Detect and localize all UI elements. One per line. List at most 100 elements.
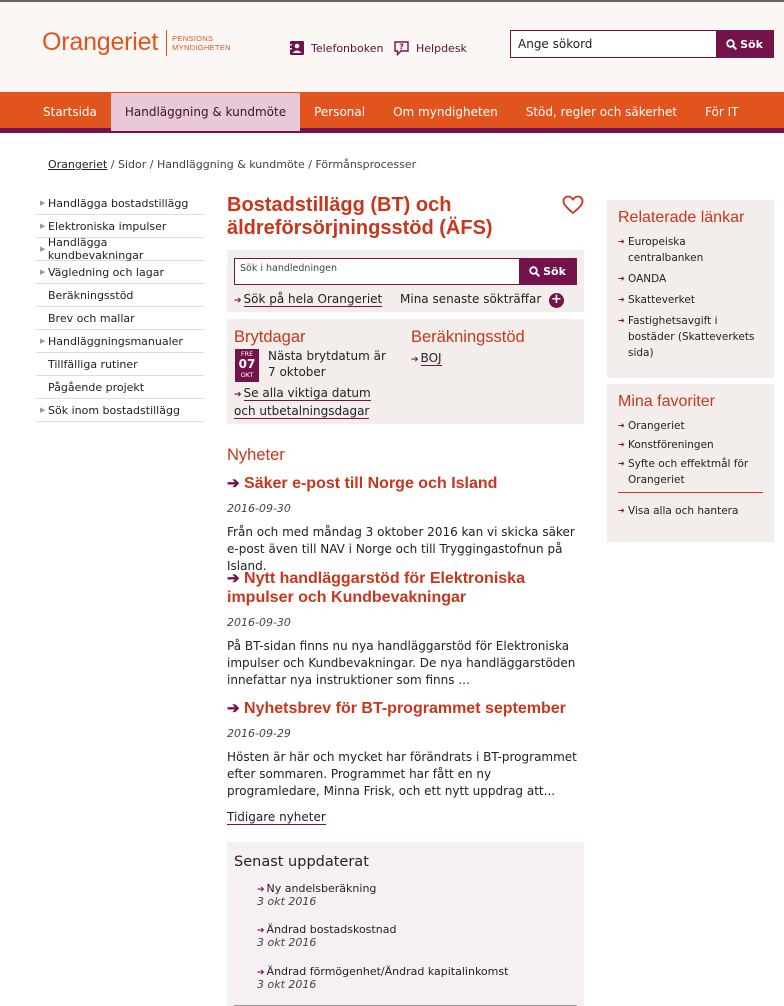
news-item: ➔ Säker e-post till Norge och Island 201… [227, 474, 584, 575]
related-link[interactable]: ➔ OANDA [618, 271, 763, 287]
breadcrumb: Orangeriet / Sidor / Handläggning & kund… [48, 158, 416, 171]
related-link[interactable]: ➔ Europeiska centralbanken [618, 234, 763, 266]
helpdesk-icon: ? [394, 41, 409, 56]
arrow-right-icon: ➔ [257, 926, 265, 936]
logo-divider [166, 29, 168, 56]
guide-search-input[interactable] [235, 259, 519, 284]
arrow-right-icon: ➔ [257, 885, 265, 895]
logo[interactable]: Orangeriet PENSIONS MYNDIGHETEN [42, 28, 231, 57]
nav-personal[interactable]: Personal [300, 93, 379, 131]
guide-search: Sök [234, 258, 577, 285]
favorite-link[interactable]: ➔ Orangeriet [618, 418, 763, 434]
site-search: Sök [510, 30, 774, 58]
arrow-right-icon: ➔ [257, 968, 265, 978]
leftnav-item[interactable]: Tillfälliga rutiner [36, 353, 204, 376]
favorites-heading: Mina favoriter [618, 393, 715, 410]
logo-subtitle: PENSIONS MYNDIGHETEN [172, 33, 231, 52]
search-all-link[interactable]: ➔ Sök på hela Orangeriet [234, 292, 383, 307]
favorite-link[interactable]: ➔ Konstföreningen [618, 437, 763, 453]
leftnav-item[interactable]: ▶ Sök inom bostadstillägg [36, 399, 204, 422]
site-header: Orangeriet PENSIONS MYNDIGHETEN Telefonbo… [0, 2, 784, 92]
arrow-right-icon: ➔ [618, 274, 625, 283]
arrow-right-icon: ➔ [227, 570, 240, 587]
berakning-heading: Beräkningsstöd [411, 328, 525, 346]
news-date: 2016-09-30 [227, 502, 291, 515]
news-item: ➔ Nyhetsbrev för BT-programmet september… [227, 699, 584, 800]
updated-item[interactable]: ➔ Ändrad bostadskostnad 3 okt 2016 [257, 923, 396, 949]
arrow-right-icon: ➔ [618, 295, 625, 304]
leftnav-item[interactable]: ▶ Vägledning och lagar [36, 261, 204, 284]
favorites-panel: Mina favoriter ➔ Orangeriet ➔ Konstförenin… [607, 384, 774, 542]
breadcrumb-path: / Sidor / Handläggning & kundmöte / Förm… [107, 158, 417, 171]
see-all-dates-link[interactable]: ➔ Se alla viktiga datum och utbetalningsd… [234, 385, 394, 419]
logo-text: Orangeriet [42, 28, 159, 56]
main-nav: Startsida Handläggning & kundmöte Person… [0, 92, 784, 133]
news-title-link[interactable]: ➔ Säker e-post till Norge och Island [227, 474, 584, 493]
nav-handlaggning[interactable]: Handläggning & kundmöte [110, 93, 301, 131]
leftnav-item[interactable]: ▶ Handlägga kundbevakningar [36, 236, 204, 262]
helpdesk-link[interactable]: ? Helpdesk [394, 41, 467, 56]
search-icon [529, 266, 541, 277]
related-link[interactable]: ➔ Fastighetsavgift i bostäder (Skatteverk… [618, 313, 763, 361]
related-links-heading: Relaterade länkar [618, 209, 745, 226]
guide-search-panel: Sök ➔Sök på hela Orangeriet Mina senaste… [227, 250, 584, 312]
leftnav-item[interactable]: ▶ Elektroniska impulser [36, 215, 204, 238]
news-text: På BT-sidan finns nu nya handläggarstöd … [227, 639, 576, 687]
helpdesk-label: Helpdesk [416, 42, 467, 55]
nav-stod-regler[interactable]: Stöd, regler och säkerhet [512, 93, 691, 131]
arrow-right-icon: ➔ [618, 237, 625, 246]
related-links-panel: Relaterade länkar ➔ Europeiska centralban… [607, 200, 774, 378]
news-date: 2016-09-30 [227, 616, 291, 629]
phonebook-icon [290, 41, 304, 55]
breadcrumb-home[interactable]: Orangeriet [48, 158, 107, 171]
leftnav-item[interactable]: ▶ Handlägga bostadstillägg [36, 192, 204, 215]
caret-right-icon: ▶ [40, 245, 46, 253]
guide-search-button[interactable]: Sök [519, 259, 576, 284]
nav-om-myndigheten[interactable]: Om myndigheten [379, 93, 512, 131]
updated-item[interactable]: ➔ Ny andelsberäkning 3 okt 2016 [257, 882, 376, 908]
arrow-right-icon: ➔ [618, 316, 625, 325]
recently-updated-heading: Senast uppdaterat [234, 854, 369, 870]
info-panel: Brytdagar FRE 07 OKT Nästa brytdatum är … [227, 319, 584, 424]
news-title-link[interactable]: ➔ Nyhetsbrev för BT-programmet september [227, 699, 584, 718]
expand-plus-icon[interactable]: + [549, 293, 564, 308]
related-link[interactable]: ➔ Skatteverket [618, 292, 763, 308]
favorite-heart-icon[interactable] [562, 195, 584, 219]
site-search-input[interactable] [511, 31, 716, 57]
leftnav-item[interactable]: Beräkningsstöd [36, 284, 204, 307]
leftnav-item[interactable]: ▶ Handläggningsmanualer [36, 330, 204, 353]
calendar-icon: FRE 07 OKT [235, 349, 259, 382]
favorite-link[interactable]: ➔ Syfte och effektmål för Orangeriet [618, 456, 763, 488]
updated-item[interactable]: ➔ Ändrad förmögenhet/Ändrad kapitalinkoms… [257, 965, 508, 991]
leftnav-item[interactable]: Brev och mallar [36, 307, 204, 330]
nav-for-it[interactable]: För IT [691, 93, 752, 131]
nav-startsida[interactable]: Startsida [29, 93, 111, 131]
news-text: Från och med måndag 3 oktober 2016 kan v… [227, 525, 575, 573]
svg-text:?: ? [399, 43, 404, 52]
news-heading: Nyheter [227, 446, 285, 464]
boj-link[interactable]: ➔ BOJ [411, 351, 442, 366]
news-title-link[interactable]: ➔ Nytt handläggarstöd för Elektroniska i… [227, 569, 584, 607]
caret-right-icon: ▶ [40, 406, 46, 414]
leftnav-item[interactable]: Pågående projekt [36, 376, 204, 399]
arrow-right-icon: ➔ [227, 475, 240, 492]
divider [618, 492, 763, 493]
arrow-right-icon: ➔ [618, 506, 625, 515]
arrow-right-icon: ➔ [234, 296, 242, 306]
site-search-button[interactable]: Sök [716, 31, 773, 57]
caret-right-icon: ▶ [40, 199, 46, 207]
recent-searches-label: Mina senaste sökträffar [400, 292, 542, 306]
manage-favorites-link[interactable]: ➔ Visa alla och hantera [618, 503, 763, 519]
left-nav: ▶ Handlägga bostadstillägg ▶ Elektroniska … [36, 192, 204, 422]
previous-news-link[interactable]: Tidigare nyheter [227, 810, 326, 825]
recently-updated-panel: Senast uppdaterat ➔ Ny andelsberäkning 3 … [227, 842, 584, 1006]
arrow-right-icon: ➔ [227, 700, 240, 717]
search-icon [726, 38, 738, 50]
caret-right-icon: ▶ [40, 222, 46, 230]
caret-right-icon: ▶ [40, 337, 46, 345]
news-date: 2016-09-29 [227, 727, 291, 740]
news-text: Hösten är här och mycket har förändrats … [227, 750, 577, 798]
phonebook-link[interactable]: Telefonboken [290, 41, 383, 55]
arrow-right-icon: ➔ [618, 440, 625, 449]
caret-right-icon: ▶ [40, 268, 46, 276]
